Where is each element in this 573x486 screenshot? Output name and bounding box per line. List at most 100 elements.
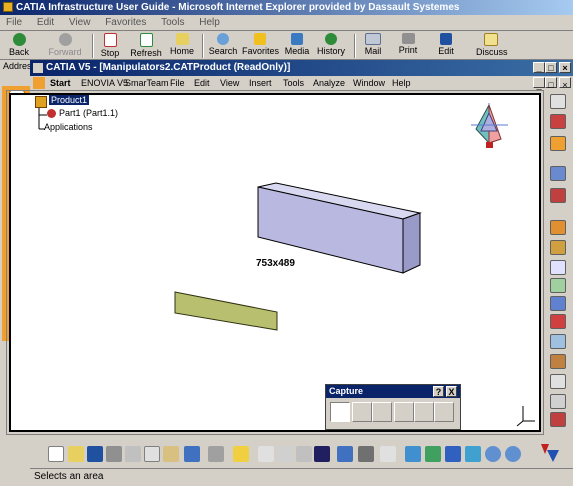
formula-icon[interactable]: [258, 446, 274, 462]
lock-icon[interactable]: [358, 446, 374, 462]
print-button[interactable]: Print: [396, 33, 420, 55]
minimize-button[interactable]: _: [533, 62, 545, 73]
tree-root-product[interactable]: Product1: [49, 95, 90, 105]
discuss-button[interactable]: Discuss: [476, 33, 508, 57]
pan-icon[interactable]: [445, 446, 461, 462]
search-button[interactable]: Search: [208, 33, 238, 56]
tool-icon-14[interactable]: [550, 394, 566, 409]
tool-icon-3[interactable]: [550, 166, 566, 181]
capture-album-button[interactable]: [394, 402, 414, 422]
part-icon[interactable]: [47, 109, 56, 118]
tool-icon-11[interactable]: [550, 334, 566, 349]
menu-view[interactable]: View: [220, 76, 239, 90]
tool-icon-8[interactable]: [550, 278, 566, 293]
home-button[interactable]: Home: [170, 33, 194, 56]
doc-restore-button[interactable]: □: [545, 77, 557, 90]
tool-icon-1[interactable]: [550, 114, 566, 129]
toolbar-separator: [92, 34, 94, 58]
stop-button[interactable]: Stop: [98, 33, 122, 58]
menu-enovia[interactable]: ENOVIA V5: [81, 76, 128, 90]
catalog-icon[interactable]: [337, 446, 353, 462]
tool-icon-9[interactable]: [550, 296, 566, 311]
menu-start[interactable]: Start: [50, 76, 71, 90]
menu-edit[interactable]: Edit: [194, 76, 210, 90]
3d-compass-icon[interactable]: [471, 103, 508, 148]
toolbar-grip-icon[interactable]: [550, 94, 566, 109]
whats-this-icon[interactable]: [233, 446, 249, 462]
zoom-in-icon[interactable]: [485, 446, 501, 462]
cut-icon[interactable]: [125, 446, 141, 462]
capture-image-button[interactable]: [414, 402, 434, 422]
doc-close-button[interactable]: ×: [559, 77, 571, 90]
media-button[interactable]: Media: [284, 33, 310, 56]
print-icon[interactable]: [106, 446, 122, 462]
menu-insert[interactable]: Insert: [249, 76, 272, 90]
maximize-button[interactable]: □: [545, 62, 557, 73]
ie-menu-file[interactable]: File: [0, 15, 28, 30]
capture-help-button[interactable]: ?: [433, 386, 444, 397]
open-icon[interactable]: [68, 446, 84, 462]
capture-options-button[interactable]: [372, 402, 392, 422]
tool-icon-6[interactable]: [550, 240, 566, 255]
menu-smarteam[interactable]: SmarTeam: [125, 76, 169, 90]
doc-minimize-button[interactable]: _: [533, 77, 545, 90]
product-icon[interactable]: [35, 96, 47, 108]
forward-button[interactable]: Forward: [48, 33, 82, 57]
table-icon[interactable]: [314, 446, 330, 462]
ie-menu-view[interactable]: View: [63, 15, 97, 30]
capture-select-button[interactable]: [352, 402, 372, 422]
comment-icon[interactable]: [277, 446, 293, 462]
back-button[interactable]: Back: [6, 33, 32, 57]
capture-toolbar[interactable]: Capture ? X: [325, 384, 461, 430]
capture-mode-button[interactable]: [330, 402, 350, 422]
tool-icon[interactable]: [296, 446, 312, 462]
capture-title-bar: Capture ? X: [326, 385, 460, 398]
tool-icon-4[interactable]: [550, 188, 566, 203]
menu-tools[interactable]: Tools: [283, 76, 304, 90]
tool-icon-13[interactable]: [550, 374, 566, 389]
knowledge-icon[interactable]: [380, 446, 396, 462]
ie-menu-favorites[interactable]: Favorites: [99, 15, 152, 30]
ie-menu-bar: File Edit View Favorites Tools Help: [0, 15, 573, 31]
menu-window[interactable]: Window: [353, 76, 385, 90]
tool-icon-10[interactable]: [550, 314, 566, 329]
save-icon[interactable]: [87, 446, 103, 462]
fly-mode-icon[interactable]: [405, 446, 421, 462]
tool-icon-5[interactable]: [550, 220, 566, 235]
tool-icon-7[interactable]: [550, 260, 566, 275]
tree-applications[interactable]: Applications: [44, 122, 93, 132]
axis-triad-icon: [516, 406, 535, 427]
history-button[interactable]: History: [316, 33, 346, 56]
ie-menu-help[interactable]: Help: [193, 15, 226, 30]
capture-settings-button[interactable]: [434, 402, 454, 422]
print-label: Print: [398, 45, 418, 55]
edit-button[interactable]: Edit: [434, 33, 458, 56]
new-icon[interactable]: [48, 446, 64, 462]
refresh-button[interactable]: Refresh: [130, 33, 162, 58]
menu-analyze[interactable]: Analyze: [313, 76, 345, 90]
fit-all-icon[interactable]: [425, 446, 441, 462]
undo-icon[interactable]: [184, 446, 200, 462]
tree-part1[interactable]: Part1 (Part1.1): [59, 108, 118, 118]
rotate-icon[interactable]: [465, 446, 481, 462]
close-button[interactable]: ×: [559, 62, 571, 73]
capture-close-button[interactable]: X: [446, 386, 457, 397]
menu-help[interactable]: Help: [392, 76, 411, 90]
tool-icon-2[interactable]: [550, 136, 566, 151]
history-label: History: [316, 46, 345, 56]
3d-viewport[interactable]: Product1 Part1 (Part1.1) Applications 75…: [9, 93, 541, 432]
catia-window-title-bar: CATIA V5 - [Manipulators2.CATProduct (Re…: [30, 60, 573, 76]
paste-icon[interactable]: [163, 446, 179, 462]
redo-icon[interactable]: [208, 446, 224, 462]
menu-file[interactable]: File: [170, 76, 185, 90]
tool-icon-15[interactable]: [550, 412, 566, 427]
ie-menu-tools[interactable]: Tools: [155, 15, 190, 30]
favorites-button[interactable]: Favorites: [242, 33, 279, 56]
ie-menu-edit[interactable]: Edit: [31, 15, 60, 30]
copy-icon[interactable]: [144, 446, 160, 462]
edit-label: Edit: [438, 46, 454, 56]
zoom-out-icon[interactable]: [505, 446, 521, 462]
print-icon: [401, 33, 415, 44]
tool-icon-12[interactable]: [550, 354, 566, 369]
mail-button[interactable]: Mail: [360, 33, 386, 56]
